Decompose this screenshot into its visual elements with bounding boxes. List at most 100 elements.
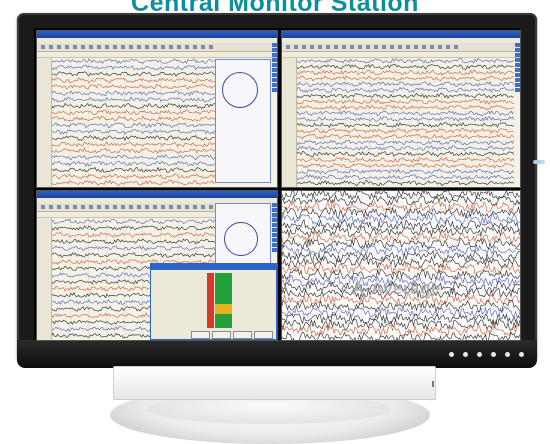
monitor-bezel-bottom [17, 340, 537, 368]
eeg-channel-trace [52, 231, 215, 238]
eeg-channel-trace [297, 75, 514, 82]
eeg-channel-trace [52, 77, 215, 84]
montage-selector[interactable] [515, 43, 520, 187]
channel-label-column [37, 218, 52, 340]
eeg-channel-trace [297, 174, 514, 181]
eeg-channel-trace [52, 96, 215, 103]
eeg-channel-trace [297, 87, 514, 94]
eeg-channel-trace [282, 231, 520, 244]
eeg-channel-trace [52, 90, 215, 97]
montage-panel[interactable] [215, 59, 271, 183]
monitor-button[interactable] [463, 352, 468, 357]
dialog-button[interactable] [254, 331, 273, 339]
eeg-channel-trace [52, 218, 215, 225]
compare-bar-green [215, 273, 232, 328]
toolbar[interactable] [37, 43, 277, 52]
eeg-window-1[interactable] [36, 30, 278, 188]
eeg-window-3[interactable] [36, 190, 278, 341]
eeg-channel-trace [52, 102, 215, 109]
cable [533, 160, 545, 164]
eeg-channel-trace [52, 245, 215, 252]
eeg-channel-trace [297, 133, 514, 140]
head-montage-icon[interactable] [222, 72, 258, 108]
eeg-channel-trace [52, 58, 215, 64]
eeg-channel-trace [282, 191, 520, 201]
eeg-channel-trace [297, 157, 514, 163]
eeg-channel-trace [297, 121, 514, 129]
eeg-channel-trace [282, 305, 520, 319]
eeg-channel-trace [297, 139, 514, 146]
channel-label-column [282, 58, 297, 187]
eeg-channel-trace [52, 173, 215, 180]
eeg-channel-trace [52, 109, 215, 115]
eeg-channel-trace [52, 141, 215, 148]
compare-bar-red [207, 273, 214, 328]
eeg-channel-trace [52, 129, 215, 135]
compare-bar-yellow [215, 304, 232, 314]
window-titlebar[interactable] [37, 191, 277, 198]
eeg-channel-trace [297, 98, 514, 105]
monitor-button[interactable] [477, 352, 482, 357]
eeg-window-2[interactable] [281, 30, 521, 188]
power-button[interactable] [519, 352, 524, 357]
eeg-channel-trace [52, 166, 215, 173]
eeg-channel-trace [52, 160, 215, 167]
eeg-channel-trace [282, 256, 520, 269]
eeg-channel-trace [297, 168, 514, 175]
eeg-channel-trace [297, 145, 514, 152]
dialog-button[interactable] [191, 331, 210, 339]
eeg-channel-trace [52, 251, 215, 259]
eeg-channel-trace [297, 58, 514, 64]
eeg-channel-trace [52, 122, 215, 129]
eeg-channel-trace [297, 179, 514, 186]
eeg-channel-trace [52, 147, 215, 154]
eeg-average-traces [282, 191, 520, 340]
eeg-channel-trace [52, 71, 215, 77]
eeg-channel-trace [282, 244, 520, 257]
eeg-channel-trace [297, 150, 514, 158]
eeg-channel-trace [297, 92, 514, 99]
eeg-channel-trace [52, 154, 215, 161]
eeg-channel-trace [52, 238, 215, 245]
window-titlebar[interactable] [37, 31, 277, 38]
eeg-channel-trace [282, 200, 520, 213]
eeg-channel-trace [297, 162, 514, 169]
eeg-channel-trace [52, 225, 215, 231]
overlay-label: A-Average [352, 279, 441, 298]
eeg-traces [297, 58, 514, 186]
eeg-channel-trace [282, 205, 520, 220]
eeg-channel-trace [297, 81, 514, 88]
eeg-channel-trace [52, 115, 215, 122]
head-montage-icon[interactable] [224, 222, 258, 256]
eeg-channel-trace [297, 104, 514, 111]
dialog-button[interactable] [212, 331, 231, 339]
eeg-channel-trace [282, 312, 520, 325]
screen: A-Average [34, 28, 521, 341]
eeg-window-4[interactable]: A-Average [281, 190, 521, 341]
montage-selector[interactable] [272, 43, 277, 187]
stand-neck [113, 366, 436, 400]
eeg-channel-trace [282, 318, 520, 332]
eeg-channel-trace [52, 64, 215, 71]
window-titlebar[interactable] [282, 31, 520, 38]
eeg-channel-trace [52, 83, 215, 90]
dialog-button[interactable] [233, 331, 252, 339]
toolbar[interactable] [282, 43, 520, 52]
eeg-channel-trace [297, 64, 514, 70]
eeg-channel-trace [297, 69, 514, 76]
eeg-channel-trace [282, 249, 520, 263]
eeg-channel-trace [297, 127, 514, 134]
eeg-channel-trace [282, 237, 520, 251]
eeg-traces [52, 58, 215, 186]
eeg-channel-trace [297, 110, 514, 117]
monitor-button[interactable] [491, 352, 496, 357]
channel-label-column [37, 58, 52, 187]
montage-panel[interactable] [215, 203, 271, 265]
eeg-channel-trace [282, 324, 520, 338]
monitor-button[interactable] [449, 352, 454, 357]
monitor-button[interactable] [505, 352, 510, 357]
dialog-titlebar[interactable] [151, 264, 276, 270]
eeg-channel-trace [52, 179, 215, 186]
eeg-channel-trace [297, 116, 514, 122]
comparison-dialog[interactable] [150, 263, 277, 340]
